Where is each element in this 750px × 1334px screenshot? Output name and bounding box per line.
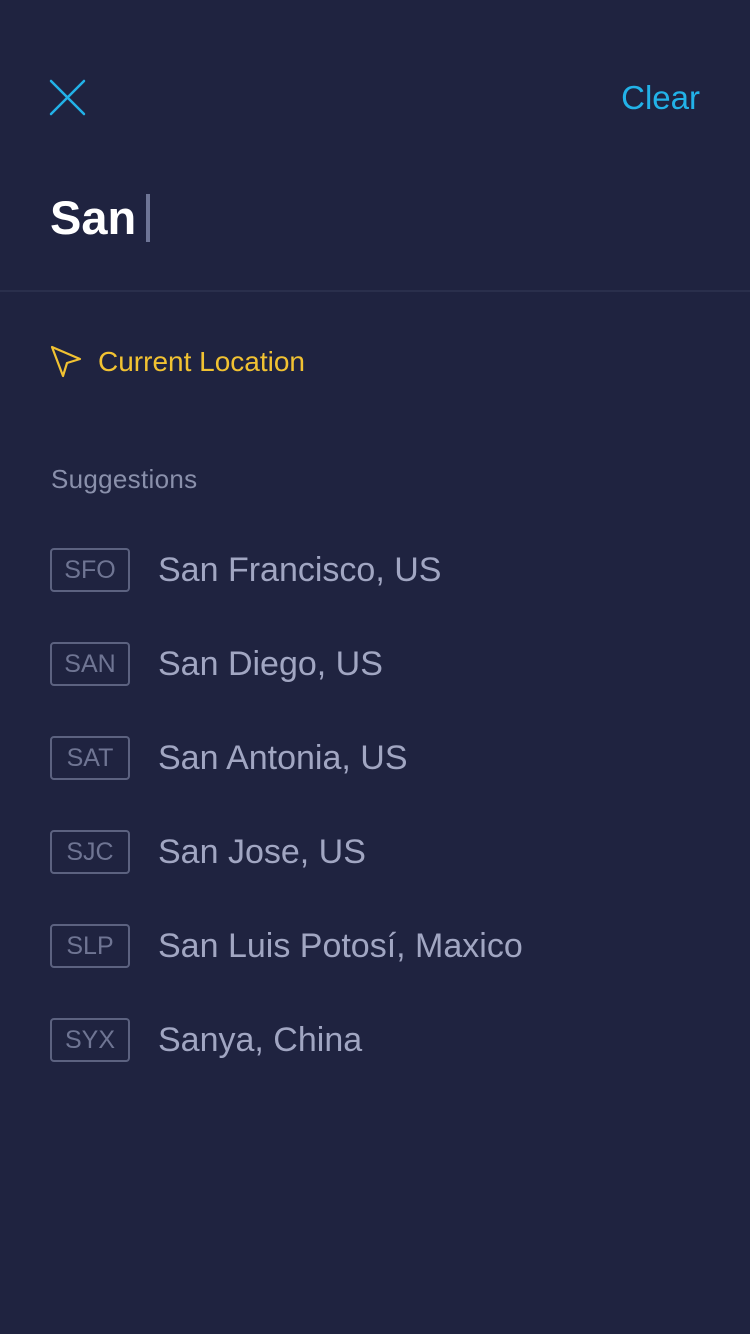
airport-code-badge: SAN: [50, 642, 130, 686]
airport-code-badge: SJC: [50, 830, 130, 874]
close-button[interactable]: [48, 78, 88, 118]
airport-code-badge: SFO: [50, 548, 130, 592]
city-name: San Francisco, US: [158, 551, 442, 589]
suggestion-item[interactable]: SYX Sanya, China: [50, 993, 700, 1087]
suggestion-item[interactable]: SAT San Antonia, US: [50, 711, 700, 805]
location-arrow-icon: [50, 345, 82, 378]
suggestions-heading: Suggestions: [51, 464, 198, 494]
clear-button[interactable]: Clear: [621, 78, 700, 118]
current-location-button[interactable]: Current Location: [50, 342, 305, 382]
suggestion-item[interactable]: SFO San Francisco, US: [50, 523, 700, 617]
header-divider: [0, 290, 750, 292]
search-input[interactable]: San: [50, 188, 151, 248]
search-query-text: San: [50, 191, 137, 244]
city-name: San Luis Potosí, Maxico: [158, 927, 523, 965]
city-name: Sanya, China: [158, 1021, 363, 1059]
current-location-label: Current Location: [98, 346, 306, 377]
city-name: San Jose, US: [158, 833, 366, 871]
airport-code-badge: SAT: [50, 736, 130, 780]
airport-code-badge: SLP: [50, 924, 130, 968]
city-name: San Antonia, US: [158, 739, 408, 777]
city-name: San Diego, US: [158, 645, 383, 683]
suggestions-list: SFO San Francisco, US SAN San Diego, US …: [50, 523, 700, 1087]
suggestion-item[interactable]: SAN San Diego, US: [50, 617, 700, 711]
text-caret: [146, 194, 151, 242]
close-icon: [49, 79, 86, 116]
airport-code-badge: SYX: [50, 1018, 130, 1062]
search-screen: Clear San Current Location Suggestions S…: [0, 0, 750, 1334]
suggestion-item[interactable]: SJC San Jose, US: [50, 805, 700, 899]
suggestion-item[interactable]: SLP San Luis Potosí, Maxico: [50, 899, 700, 993]
